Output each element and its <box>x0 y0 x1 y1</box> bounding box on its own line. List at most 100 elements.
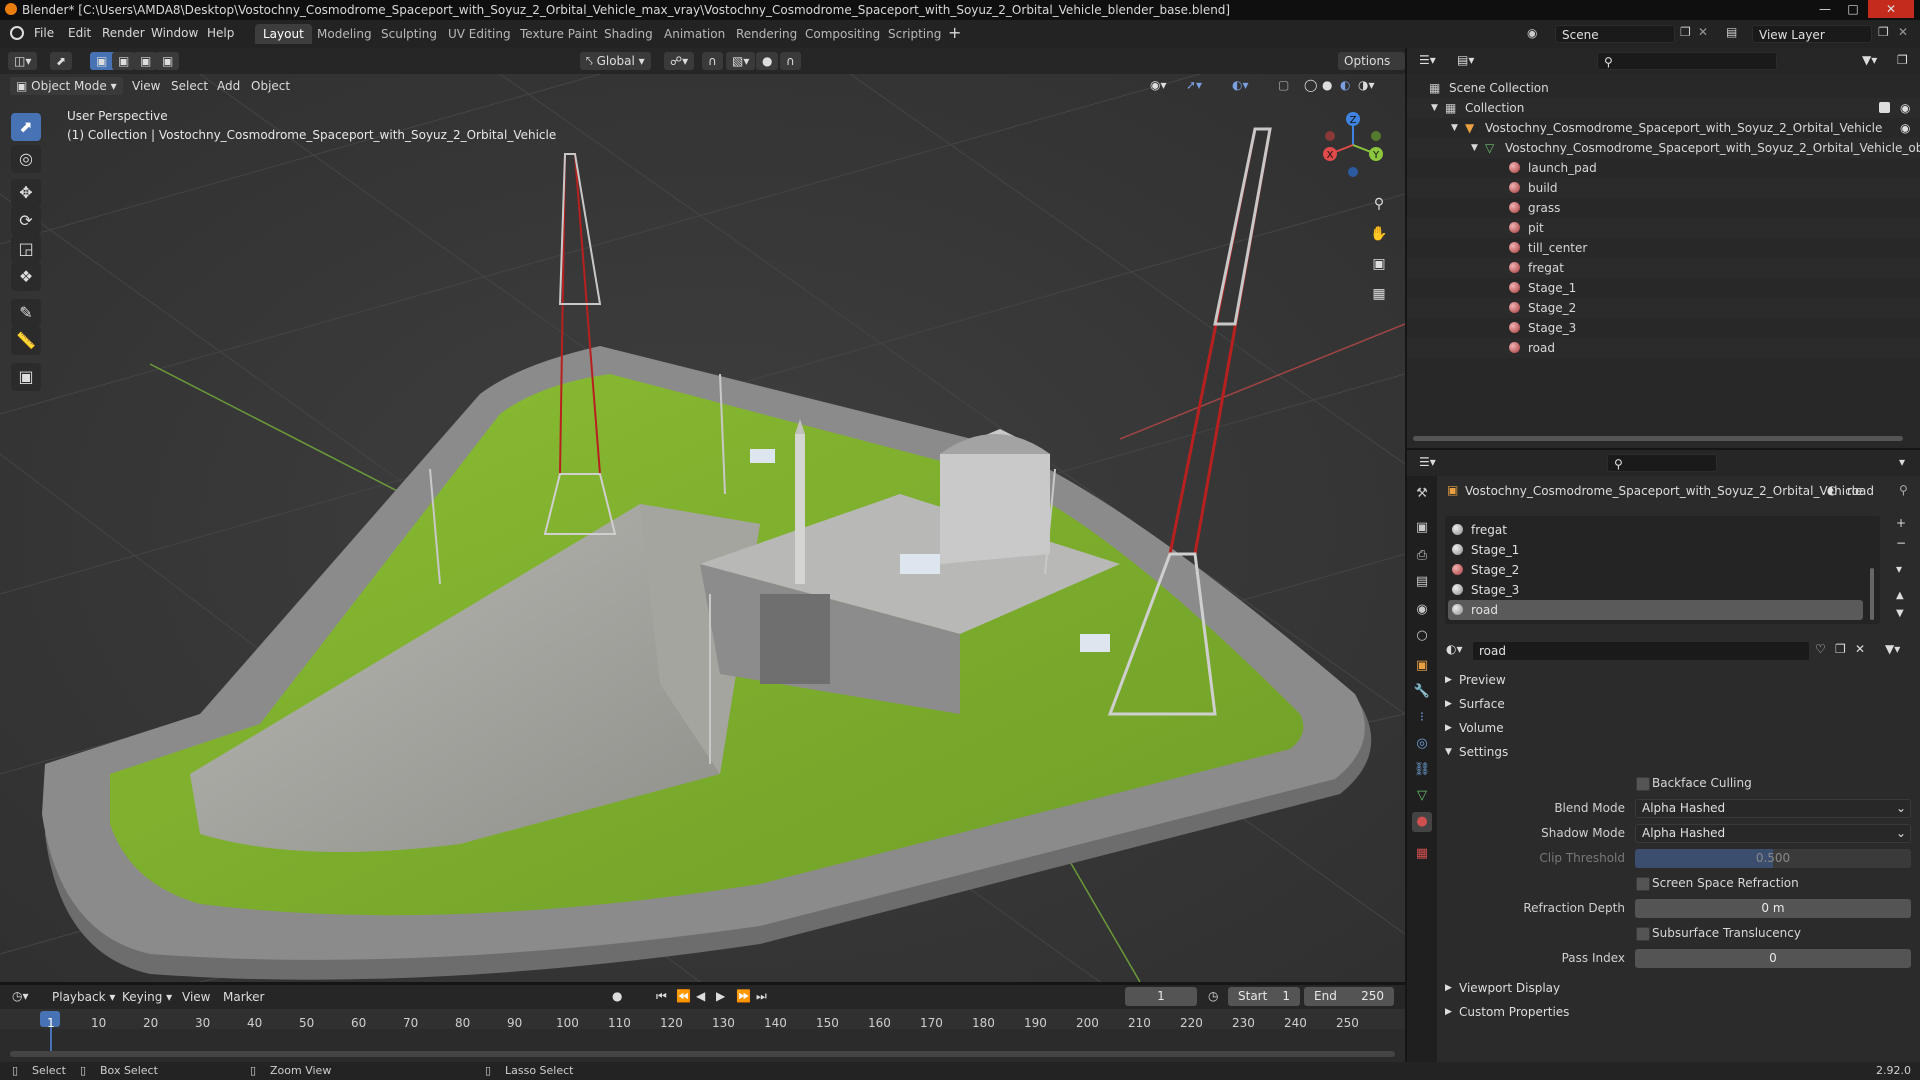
properties-editor-icon[interactable]: ☰▾ <box>1419 455 1436 469</box>
delete-view-layer-icon[interactable]: ✕ <box>1898 25 1908 39</box>
world-tab-icon[interactable]: ○ <box>1412 626 1432 646</box>
viewport-menu-add[interactable]: Add <box>217 79 240 93</box>
area-divider[interactable] <box>1407 448 1920 450</box>
blend-mode-dropdown[interactable]: Alpha Hashed ⌄ <box>1635 799 1911 818</box>
area-divider[interactable] <box>0 982 1405 985</box>
rotate-tool-icon[interactable]: ⟳ <box>11 207 41 235</box>
snap-target-icon[interactable]: ▧▾ <box>726 52 756 70</box>
duplicate-material-icon[interactable]: ❐ <box>1835 642 1846 656</box>
object-mode-dropdown[interactable]: ▣ Object Mode ▾ <box>10 77 123 95</box>
outliner-scrollbar[interactable] <box>1413 436 1903 441</box>
scene-field[interactable]: Scene <box>1555 25 1675 43</box>
play-reverse-icon[interactable]: ◀ <box>696 989 705 1003</box>
transform-tool-icon[interactable]: ❖ <box>11 263 41 291</box>
tab-sculpting[interactable]: Sculpting <box>373 24 445 44</box>
timeline-editor-icon[interactable]: ◷▾ <box>12 989 29 1003</box>
falloff-icon[interactable]: ∩ <box>780 52 801 70</box>
slot-menu-icon[interactable]: ▾ <box>1896 562 1902 576</box>
view-layer-field[interactable]: View Layer <box>1752 25 1872 43</box>
shadow-mode-dropdown[interactable]: Alpha Hashed ⌄ <box>1635 824 1911 843</box>
slot-scrollbar[interactable] <box>1870 568 1874 620</box>
xray-toggle-icon[interactable]: ▢ <box>1278 78 1289 92</box>
shading-material-icon[interactable]: ◐ <box>1340 78 1350 92</box>
outliner-material-row[interactable]: fregat <box>1407 258 1920 278</box>
material-slot[interactable]: Stage_2 <box>1448 560 1880 580</box>
pass-index-field[interactable]: 0 <box>1635 949 1911 968</box>
end-frame-field[interactable]: End 250 <box>1304 987 1394 1006</box>
subsurface-translucency-checkbox[interactable] <box>1636 927 1650 941</box>
outliner-material-row[interactable]: Stage_3 <box>1407 318 1920 338</box>
tab-scripting[interactable]: Scripting <box>880 24 949 44</box>
overlay-toggle-icon[interactable]: ◐▾ <box>1232 78 1249 92</box>
data-tab-icon[interactable]: ▽ <box>1412 786 1432 806</box>
render-tab-icon[interactable]: ▣ <box>1412 518 1432 538</box>
outliner-collection[interactable]: ▼ ▦ Collection ◉ <box>1407 98 1920 118</box>
panel-settings[interactable]: ▼ Settings <box>1437 741 1920 763</box>
move-slot-up-icon[interactable]: ▲ <box>1896 590 1904 601</box>
expand-icon[interactable]: ▼ <box>1451 118 1458 138</box>
tab-modeling[interactable]: Modeling <box>309 24 380 44</box>
panel-volume[interactable]: ▶ Volume <box>1437 717 1920 739</box>
jump-start-icon[interactable]: ⏮ <box>656 989 667 1004</box>
constraints-tab-icon[interactable]: ⛓ <box>1412 760 1432 780</box>
jump-end-icon[interactable]: ⏭ <box>756 989 767 1004</box>
properties-options-icon[interactable]: ▾ <box>1899 455 1905 469</box>
new-collection-icon[interactable]: ❐ <box>1897 53 1908 67</box>
panel-preview[interactable]: ▶ Preview <box>1437 669 1920 691</box>
outliner-material-row[interactable]: launch_pad <box>1407 158 1920 178</box>
preview-range-icon[interactable]: ◷ <box>1208 989 1218 1003</box>
menu-window[interactable]: Window <box>151 26 198 40</box>
outliner-mesh[interactable]: ▼ ▽ Vostochny_Cosmodrome_Spaceport_with_… <box>1407 138 1920 158</box>
orientation-dropdown[interactable]: ⤣ Global ▾ <box>580 52 651 70</box>
tab-animation[interactable]: Animation <box>656 24 733 44</box>
selection-subtract-icon[interactable]: ▣ <box>134 52 158 70</box>
maximize-icon[interactable]: □ <box>1840 0 1866 18</box>
display-mode-icon[interactable]: ▤▾ <box>1457 53 1474 67</box>
particles-tab-icon[interactable]: ⁝ <box>1412 708 1432 728</box>
expand-icon[interactable]: ▼ <box>1471 138 1478 158</box>
view-layer-icon[interactable]: ▤ <box>1726 25 1737 39</box>
output-tab-icon[interactable]: ⎙ <box>1412 546 1432 566</box>
selection-invert-icon[interactable]: ▣ <box>156 52 180 70</box>
add-slot-icon[interactable]: + <box>1896 516 1906 530</box>
navigation-gizmo[interactable]: Z X Y <box>1318 110 1388 180</box>
object-tab-icon[interactable]: ▣ <box>1412 656 1432 676</box>
new-view-layer-icon[interactable]: ❐ <box>1878 25 1889 39</box>
select-box-tool-icon[interactable]: ⬈ <box>11 113 41 141</box>
zoom-icon[interactable]: ⚲ <box>1366 191 1392 217</box>
panel-surface[interactable]: ▶ Surface <box>1437 693 1920 715</box>
filter-icon[interactable]: ▼▾ <box>1862 53 1877 67</box>
cursor-tool-icon[interactable]: ◎ <box>11 145 41 173</box>
outliner-material-row[interactable]: grass <box>1407 198 1920 218</box>
view-layer-tab-icon[interactable]: ▤ <box>1412 572 1432 592</box>
current-frame-field[interactable]: 1 <box>1125 987 1197 1006</box>
gizmo-toggle-icon[interactable]: ➚▾ <box>1186 78 1202 92</box>
outliner-material-row[interactable]: road <box>1407 338 1920 358</box>
fake-user-icon[interactable]: ♡ <box>1815 642 1826 656</box>
remove-slot-icon[interactable]: − <box>1896 536 1906 550</box>
outliner-search-input[interactable]: ⚲ <box>1597 52 1777 70</box>
menu-file[interactable]: File <box>34 26 54 40</box>
perspective-toggle-icon[interactable]: ▦ <box>1366 281 1392 307</box>
3d-viewport[interactable]: User Perspective (1) Collection | Vostoc… <box>0 74 1405 982</box>
close-icon[interactable]: ✕ <box>1868 0 1914 18</box>
tab-rendering[interactable]: Rendering <box>728 24 805 44</box>
menu-help[interactable]: Help <box>207 26 234 40</box>
object-visibility-icon[interactable]: ◉ <box>1900 118 1910 138</box>
move-slot-down-icon[interactable]: ▼ <box>1896 608 1904 619</box>
scene-icon[interactable]: ◉ <box>1527 26 1537 40</box>
outliner-material-row[interactable]: build <box>1407 178 1920 198</box>
outliner-material-row[interactable]: pit <box>1407 218 1920 238</box>
pivot-point-icon[interactable]: ☍▾ <box>664 52 695 70</box>
menu-edit[interactable]: Edit <box>68 26 91 40</box>
material-tab-icon[interactable]: ● <box>1412 812 1432 832</box>
select-tool-icon[interactable]: ⬈ <box>50 52 73 70</box>
material-slot[interactable]: Stage_3 <box>1448 580 1880 600</box>
options-dropdown[interactable]: Options ▾ <box>1338 52 1405 86</box>
panel-viewport-display[interactable]: ▶ Viewport Display <box>1437 977 1920 999</box>
collection-visibility-icon[interactable]: ◉ <box>1900 98 1910 118</box>
new-scene-icon[interactable]: ❐ <box>1680 25 1691 39</box>
physics-tab-icon[interactable]: ◎ <box>1412 734 1432 754</box>
timeline-menu-marker[interactable]: Marker <box>223 990 264 1004</box>
shading-solid-icon[interactable]: ● <box>1322 78 1332 92</box>
